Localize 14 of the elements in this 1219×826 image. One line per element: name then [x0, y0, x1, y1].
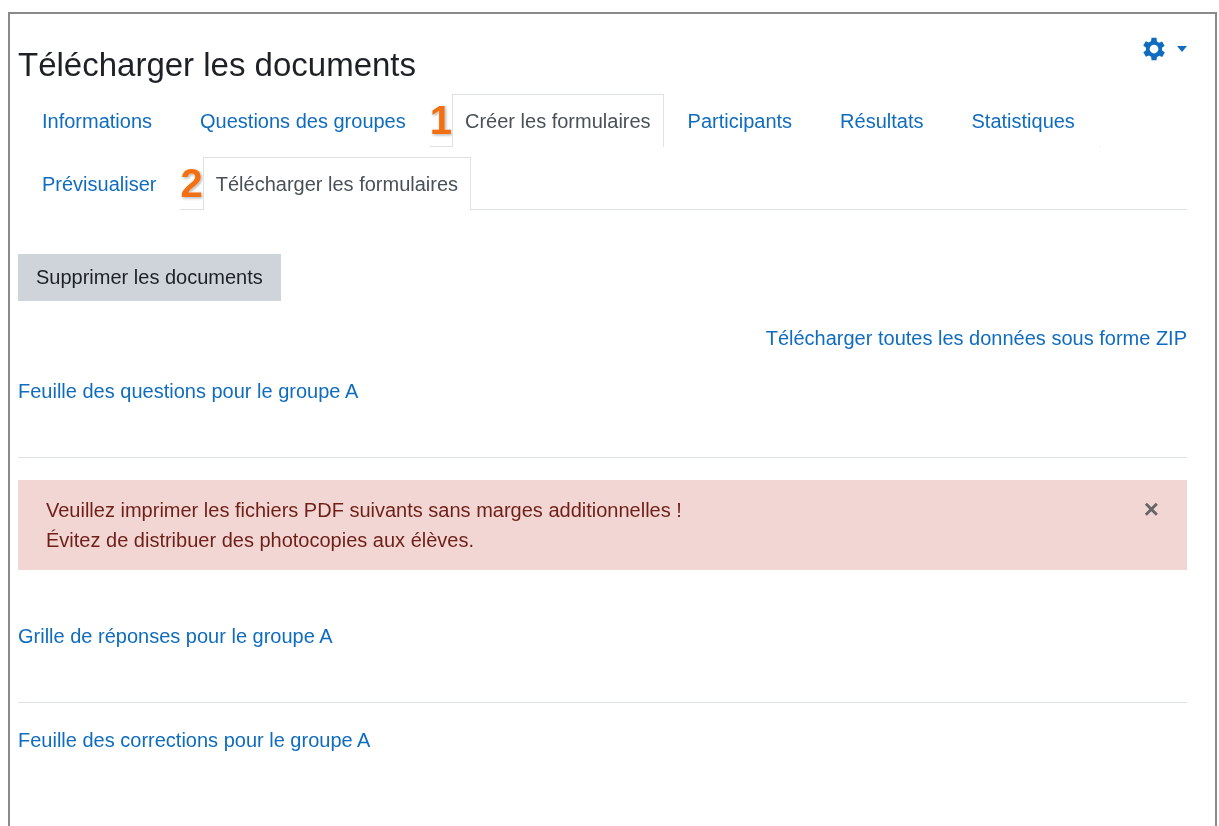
page-title: Télécharger les documents: [18, 46, 417, 84]
caret-icon: [1177, 46, 1187, 52]
alert-text: Évitez de distribuer des photocopies aux élèves.: [46, 528, 476, 553]
tab[interactable]: Créer les formulaires: [452, 94, 664, 147]
tab[interactable]: Télécharger les formulaires: [202, 157, 472, 210]
document-link[interactable]: Feuille des questions pour le groupe A: [18, 380, 1187, 403]
document-link[interactable]: Feuille des corrections pour le groupe A: [18, 729, 1187, 752]
document-link[interactable]: Grille de réponses pour le groupe A: [18, 625, 1187, 648]
step-number: 1: [429, 100, 452, 140]
download-zip-link[interactable]: Télécharger toutes les données sous forme ZIP: [765, 327, 1187, 350]
close-button[interactable]: ×: [1143, 495, 1159, 523]
alert-text: Veuillez imprimer les fichiers PDF suivants sans marges additionnelles !: [46, 498, 682, 523]
delete-documents-button[interactable]: Supprimer les documents: [18, 254, 281, 301]
step-number: 2: [180, 163, 203, 203]
